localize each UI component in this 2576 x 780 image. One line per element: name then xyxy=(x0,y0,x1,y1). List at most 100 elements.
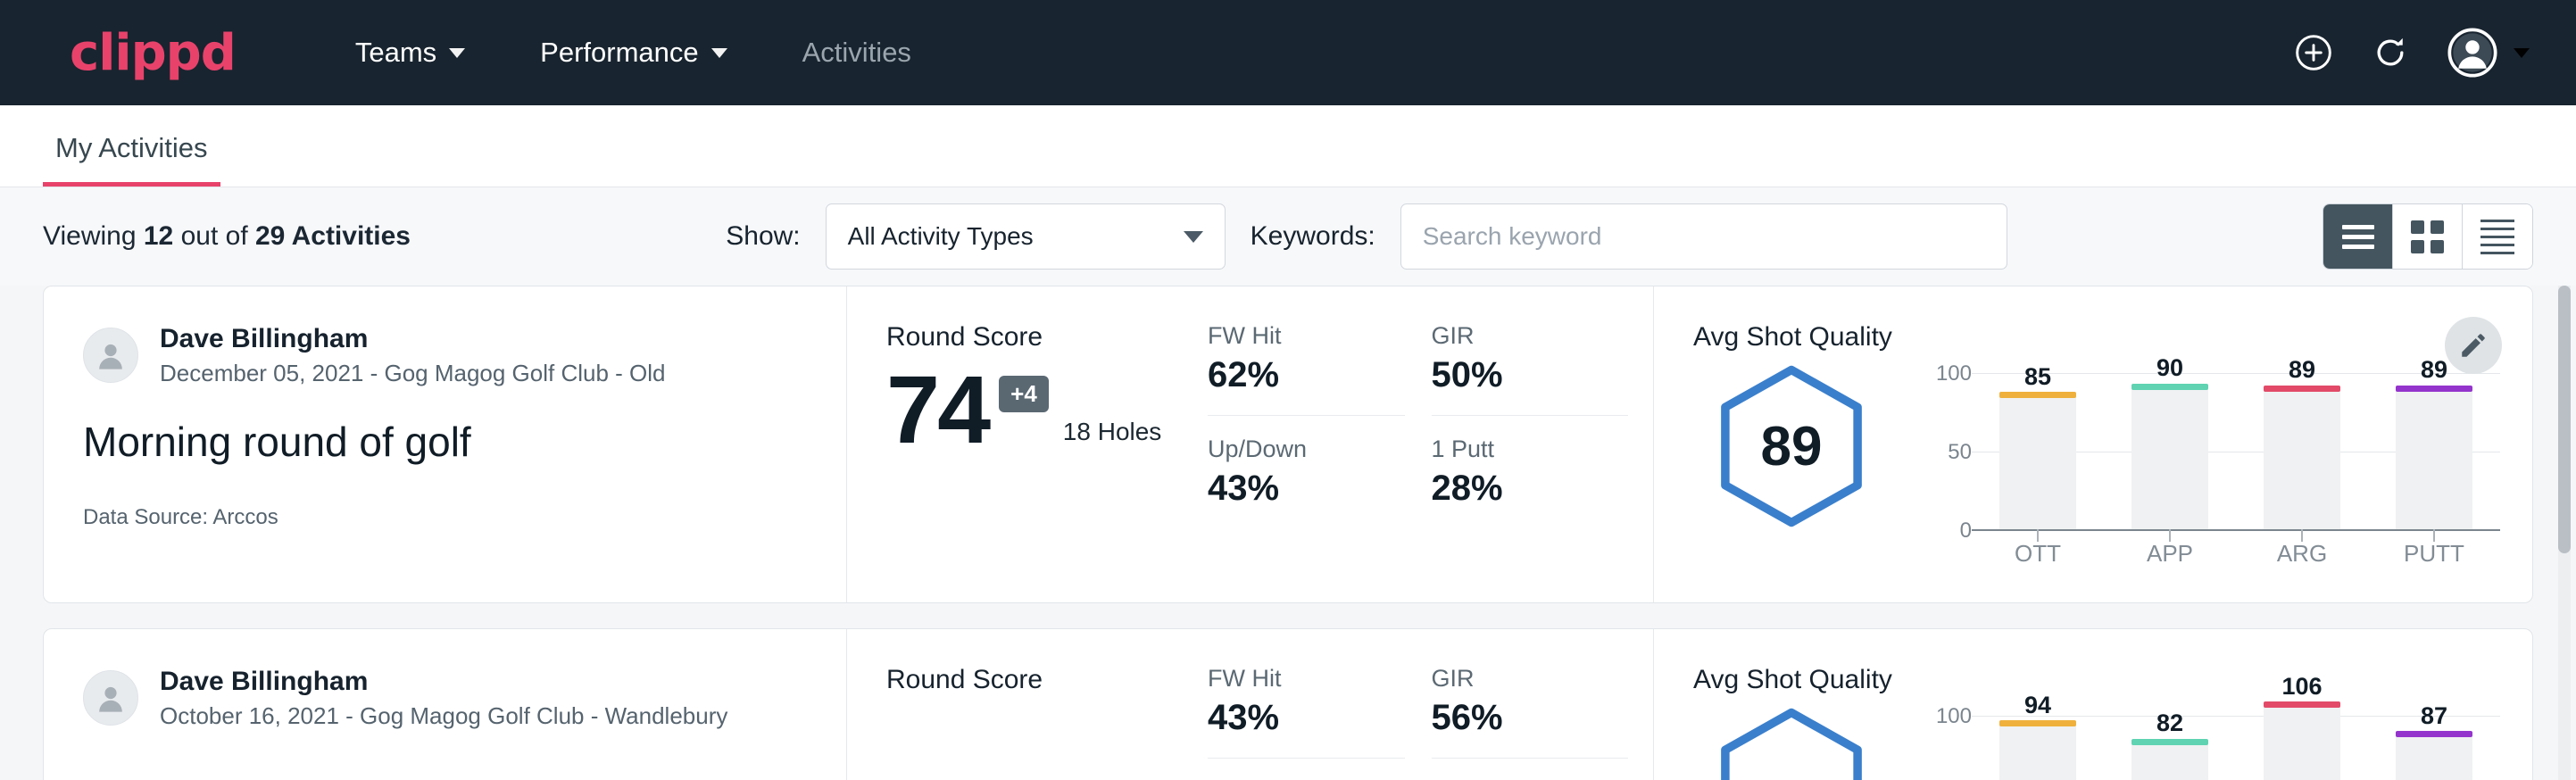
chart-y-axis: 100 50 0 xyxy=(1915,356,1972,531)
bar-arg-rect xyxy=(2264,707,2340,780)
hexagon-icon xyxy=(1707,704,1876,780)
stat-gir-label: GIR xyxy=(1432,322,1629,350)
chart-plot-area: 100 50 0 85 xyxy=(1915,356,2500,531)
compact-view-button[interactable] xyxy=(2463,204,2532,269)
grid-view-button[interactable] xyxy=(2393,204,2463,269)
compact-view-icon xyxy=(2480,214,2514,260)
keywords-label: Keywords: xyxy=(1251,221,1375,252)
round-score-label: Round Score xyxy=(886,322,1208,353)
avg-shot-quality-body: 89 100 50 0 xyxy=(1693,356,2500,568)
filter-controls: Show: All Activity Types Keywords: xyxy=(411,203,2323,270)
stat-fw-hit-value: 43% xyxy=(1208,698,1405,759)
stat-gir: GIR 56% xyxy=(1432,665,1629,759)
nav-item-performance[interactable]: Performance xyxy=(528,28,739,78)
nav-item-activities-label: Activities xyxy=(802,37,911,69)
nav-item-teams-label: Teams xyxy=(355,37,436,69)
grid-view-icon xyxy=(2411,220,2444,253)
account-menu[interactable] xyxy=(2447,28,2530,78)
bar-app: 90 xyxy=(2131,356,2208,529)
activity-type-value: All Activity Types xyxy=(848,222,1184,251)
chart-x-ticks xyxy=(1972,529,2500,542)
x-label-app: APP xyxy=(2131,540,2208,568)
refresh-button[interactable] xyxy=(2371,33,2410,72)
shot-quality-chart: 100 50 0 85 xyxy=(1890,356,2500,568)
search-input[interactable] xyxy=(1400,203,2007,270)
avg-shot-quality-column: Avg Shot Quality 100 50 xyxy=(1654,629,2532,780)
round-score-label: Round Score xyxy=(886,665,1208,695)
person-icon xyxy=(91,336,130,375)
chart-plot-area: 100 50 0 94 xyxy=(1915,699,2500,780)
person-icon xyxy=(91,678,130,718)
bar-app-value: 90 xyxy=(2131,354,2208,382)
bar-arg: 106 xyxy=(2264,699,2340,780)
bar-putt: 89 xyxy=(2396,356,2472,529)
stat-fw-hit-label: FW Hit xyxy=(1208,665,1405,693)
viewing-total: 29 Activities xyxy=(255,221,411,251)
activity-user: Dave Billingham October 16, 2021 - Gog M… xyxy=(83,665,807,732)
activity-user-text: Dave Billingham December 05, 2021 - Gog … xyxy=(160,322,666,389)
bar-ott: 94 xyxy=(1999,699,2076,780)
page-scrollbar[interactable] xyxy=(2558,286,2571,780)
list-view-button[interactable] xyxy=(2323,204,2393,269)
main-nav: Teams Performance Activities xyxy=(343,28,924,78)
nav-item-teams[interactable]: Teams xyxy=(343,28,478,78)
activity-card[interactable]: Dave Billingham December 05, 2021 - Gog … xyxy=(43,286,2533,603)
bar-arg: 89 xyxy=(2264,356,2340,529)
round-score-value: 74 xyxy=(886,365,988,453)
bar-arg-value: 89 xyxy=(2264,356,2340,384)
bar-putt-rect xyxy=(2396,391,2472,529)
x-label-putt: PUTT xyxy=(2396,540,2472,568)
activity-card-list[interactable]: Dave Billingham December 05, 2021 - Gog … xyxy=(0,286,2576,780)
activity-meta: December 05, 2021 - Gog Magog Golf Club … xyxy=(160,358,666,389)
bar-putt: 87 xyxy=(2396,699,2472,780)
avg-shot-quality-column: Avg Shot Quality 89 100 50 xyxy=(1654,286,2532,602)
edit-activity-button[interactable] xyxy=(2445,317,2502,374)
top-icon-group xyxy=(2294,28,2530,78)
stat-gir-label: GIR xyxy=(1432,665,1629,693)
bar-app-value: 82 xyxy=(2131,709,2208,737)
chart-bars-plot: 94 82 xyxy=(1972,699,2500,780)
stat-one-putt: 1 Putt 28% xyxy=(1432,416,1629,509)
quality-hexagon-value: 89 xyxy=(1761,415,1823,478)
nav-item-performance-label: Performance xyxy=(540,37,698,69)
stat-one-putt-value: 28% xyxy=(1432,469,1629,509)
bar-arg-cap xyxy=(2264,701,2340,708)
account-avatar-icon xyxy=(2447,28,2497,78)
stat-fw-hit: FW Hit 43% xyxy=(1208,665,1405,759)
tab-strip: My Activities xyxy=(0,105,2576,187)
avg-shot-quality-label: Avg Shot Quality xyxy=(1693,322,2500,353)
avatar xyxy=(83,670,138,726)
bar-app-rect xyxy=(2131,389,2208,529)
show-label: Show: xyxy=(726,221,800,252)
activity-card[interactable]: Dave Billingham October 16, 2021 - Gog M… xyxy=(43,628,2533,780)
holes-played: 18 Holes xyxy=(1063,418,1162,453)
x-label-arg: ARG xyxy=(2264,540,2340,568)
bar-putt-rect xyxy=(2396,736,2472,780)
bar-ott-rect xyxy=(1999,726,2076,780)
top-navigation-bar: clippd Teams Performance Activities xyxy=(0,0,2576,105)
y-tick-100: 100 xyxy=(1936,361,1972,386)
page-scrollbar-thumb[interactable] xyxy=(2558,286,2571,553)
bar-ott-rect xyxy=(1999,397,2076,529)
clippd-logo[interactable]: clippd xyxy=(70,24,236,82)
round-score-column: Round Score 74 +4 18 Holes xyxy=(847,286,1208,602)
tab-my-activities[interactable]: My Activities xyxy=(43,132,220,187)
bar-ott-value: 85 xyxy=(1999,363,2076,391)
bar-app-cap xyxy=(2131,384,2208,390)
quality-hexagon xyxy=(1707,704,1876,780)
round-score-column: Round Score xyxy=(847,629,1208,780)
x-tick xyxy=(1999,529,2076,542)
stat-up-down-label: Up/Down xyxy=(1208,436,1405,463)
stat-fw-hit-label: FW Hit xyxy=(1208,322,1405,350)
chart-bars-plot: 85 90 xyxy=(1972,356,2500,531)
quality-hexagon: 89 xyxy=(1707,361,1876,531)
bar-arg-cap xyxy=(2264,386,2340,392)
nav-item-activities[interactable]: Activities xyxy=(790,28,924,78)
chevron-down-icon xyxy=(1184,231,1203,243)
stat-fw-hit-value: 62% xyxy=(1208,355,1405,416)
activity-type-select[interactable]: All Activity Types xyxy=(826,203,1226,270)
stat-up-down-value: 43% xyxy=(1208,469,1405,509)
add-button[interactable] xyxy=(2294,33,2333,72)
y-tick-50: 50 xyxy=(1948,440,1972,465)
stat-one-putt-label: 1 Putt xyxy=(1432,436,1629,463)
